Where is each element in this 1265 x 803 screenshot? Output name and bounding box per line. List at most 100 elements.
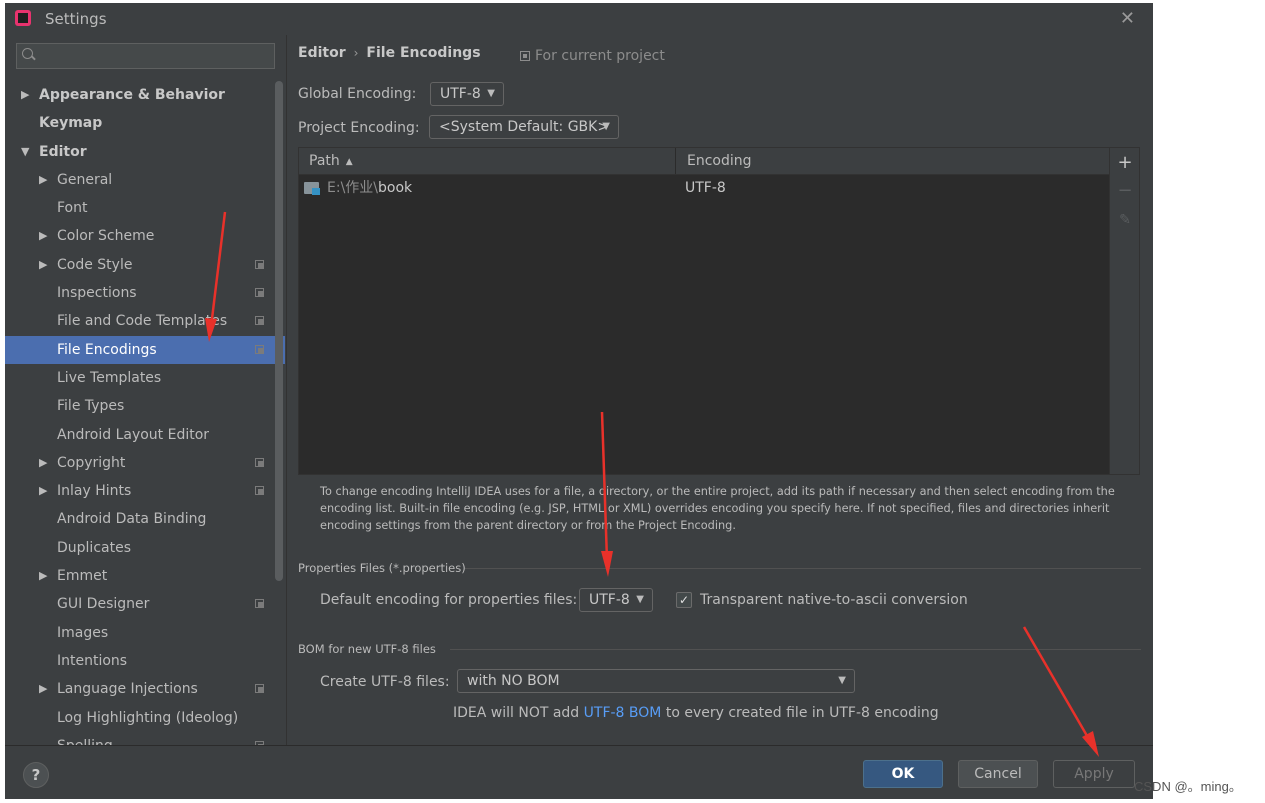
sidebar-item-label: Font (57, 200, 88, 217)
path-prefix: E:\作业\ (327, 180, 378, 196)
chevron-right-icon[interactable]: ▶ (39, 675, 47, 703)
sidebar-item-general[interactable]: ▶ General (5, 166, 275, 194)
sidebar-item-editor[interactable]: ▼ Editor (5, 138, 275, 166)
global-encoding-select[interactable]: UTF-8 ▼ (430, 82, 504, 106)
sidebar-item-label: File Types (57, 398, 125, 415)
native-to-ascii-label[interactable]: Transparent native-to-ascii conversion (700, 592, 968, 608)
close-icon[interactable]: ✕ (1120, 8, 1135, 29)
project-scope-icon (255, 259, 264, 269)
sidebar-item-label: Copyright (57, 454, 126, 471)
table-row[interactable]: E:\作业\book UTF-8 (299, 174, 1109, 202)
search-icon (22, 48, 33, 59)
properties-section-title: Properties Files (*.properties) (298, 561, 466, 575)
utf8-bom-link[interactable]: UTF-8 BOM (584, 705, 662, 721)
project-scope-icon (255, 457, 264, 467)
global-encoding-value: UTF-8 (440, 86, 481, 102)
sidebar-item-label: Code Style (57, 256, 133, 273)
file-encodings-panel: Editor › File Encodings For current projec… (287, 35, 1153, 745)
sidebar-scrollbar[interactable] (275, 81, 283, 581)
intellij-app-icon (15, 10, 31, 26)
sidebar-item-live-templates[interactable]: Live Templates (5, 364, 275, 392)
breadcrumb-file-encodings: File Encodings (366, 45, 481, 61)
chevron-right-icon[interactable]: ▶ (39, 449, 47, 477)
native-to-ascii-checkbox[interactable]: ✓ (676, 592, 692, 608)
sidebar-item-inspections[interactable]: Inspections (5, 279, 275, 307)
sidebar-item-label: General (57, 171, 113, 188)
bom-note-text-end: to every created file in UTF-8 encoding (661, 705, 939, 721)
sidebar-item-language-injections[interactable]: ▶ Language Injections (5, 675, 275, 703)
for-current-project-note: For current project (520, 48, 665, 64)
global-encoding-label: Global Encoding: (298, 86, 417, 102)
sidebar-item-appearance-behavior[interactable]: ▶ Appearance & Behavior (5, 81, 275, 109)
sidebar-item-duplicates[interactable]: Duplicates (5, 534, 275, 562)
settings-window: Settings ✕ ▶ Appearance & Behavior Keymap ▼… (5, 3, 1153, 799)
project-scope-icon (520, 51, 530, 61)
sidebar-item-label: Inlay Hints (57, 483, 132, 500)
remove-icon[interactable]: − (1116, 182, 1134, 200)
check-icon: ✓ (678, 593, 690, 607)
project-scope-icon (255, 288, 264, 298)
sidebar-item-label: Images (57, 624, 109, 641)
sidebar-item-spelling[interactable]: Spelling (5, 732, 275, 745)
sidebar-item-label: Inspections (57, 285, 137, 302)
sidebar-item-log-highlighting-ideolog[interactable]: Log Highlighting (Ideolog) (5, 704, 275, 732)
encoding-column-header[interactable]: Encoding (687, 148, 752, 174)
encoding-table: Path ▲ Encoding E:\作业\book UTF-8 (298, 147, 1110, 475)
chevron-right-icon[interactable]: ▶ (21, 81, 29, 109)
sidebar-item-file-encodings[interactable]: File Encodings (5, 335, 285, 364)
settings-tree: ▶ Appearance & Behavior Keymap ▼ Editor ▶ Gene… (5, 81, 285, 745)
column-divider[interactable] (675, 148, 676, 174)
sidebar-item-label: Language Injections (57, 681, 198, 698)
create-utf8-files-label: Create UTF-8 files: (320, 674, 450, 690)
sidebar-item-label: Spelling (57, 732, 113, 745)
dropdown-arrow-icon: ▼ (487, 88, 495, 99)
sidebar-item-inlay-hints[interactable]: ▶ Inlay Hints (5, 477, 275, 505)
sidebar-item-images[interactable]: Images (5, 619, 275, 647)
sidebar-item-copyright[interactable]: ▶ Copyright (5, 449, 275, 477)
sidebar-item-color-scheme[interactable]: ▶ Color Scheme (5, 222, 275, 250)
folder-icon (304, 182, 320, 195)
sidebar-item-label: Editor (39, 143, 87, 160)
path-header-label: Path (309, 153, 340, 169)
sidebar-item-label: Live Templates (57, 369, 162, 386)
edit-icon[interactable]: ✎ (1116, 211, 1134, 229)
sidebar-item-android-data-binding[interactable]: Android Data Binding (5, 505, 275, 533)
chevron-right-icon[interactable]: ▶ (39, 562, 47, 590)
sidebar-item-file-types[interactable]: File Types (5, 392, 275, 420)
sidebar-item-code-style[interactable]: ▶ Code Style (5, 251, 275, 279)
sidebar-item-label: Emmet (57, 568, 108, 585)
sidebar-item-gui-designer[interactable]: GUI Designer (5, 590, 275, 618)
sidebar-item-font[interactable]: Font (5, 194, 275, 222)
section-separator (450, 649, 1141, 650)
search-input[interactable] (39, 46, 269, 66)
ok-button[interactable]: OK (863, 760, 943, 788)
sidebar-item-intentions[interactable]: Intentions (5, 647, 275, 675)
path-column-header[interactable]: Path ▲ (309, 148, 353, 174)
chevron-right-icon[interactable]: ▶ (39, 222, 47, 250)
create-utf8-files-select[interactable]: with NO BOM ▼ (457, 669, 855, 693)
sidebar-item-keymap[interactable]: Keymap (5, 109, 275, 137)
for-current-project-label: For current project (535, 48, 665, 64)
help-icon[interactable]: ? (23, 762, 49, 788)
chevron-down-icon[interactable]: ▼ (21, 138, 29, 166)
dialog-footer: ? OK Cancel Apply (5, 745, 1153, 799)
create-utf8-files-value: with NO BOM (467, 673, 560, 689)
sidebar-item-emmet[interactable]: ▶ Emmet (5, 562, 275, 590)
chevron-right-icon[interactable]: ▶ (39, 477, 47, 505)
sidebar-item-label: Log Highlighting (Ideolog) (57, 709, 239, 726)
sidebar-item-label: Color Scheme (57, 228, 155, 245)
properties-encoding-select[interactable]: UTF-8 ▼ (579, 588, 653, 612)
add-icon[interactable]: + (1116, 154, 1134, 172)
encoding-cell[interactable]: UTF-8 (685, 174, 726, 202)
apply-button[interactable]: Apply (1053, 760, 1135, 788)
project-encoding-select[interactable]: <System Default: GBK> ▼ (429, 115, 619, 139)
cancel-button[interactable]: Cancel (958, 760, 1038, 788)
sidebar-item-label: Keymap (39, 115, 103, 132)
bom-note-text-start: IDEA will NOT add (453, 705, 584, 721)
settings-search[interactable] (16, 43, 275, 69)
chevron-right-icon[interactable]: ▶ (39, 251, 47, 279)
sidebar-item-android-layout-editor[interactable]: Android Layout Editor (5, 421, 275, 449)
project-encoding-value: <System Default: GBK> (439, 119, 610, 135)
sidebar-item-file-and-code-templates[interactable]: File and Code Templates (5, 307, 275, 335)
chevron-right-icon[interactable]: ▶ (39, 166, 47, 194)
